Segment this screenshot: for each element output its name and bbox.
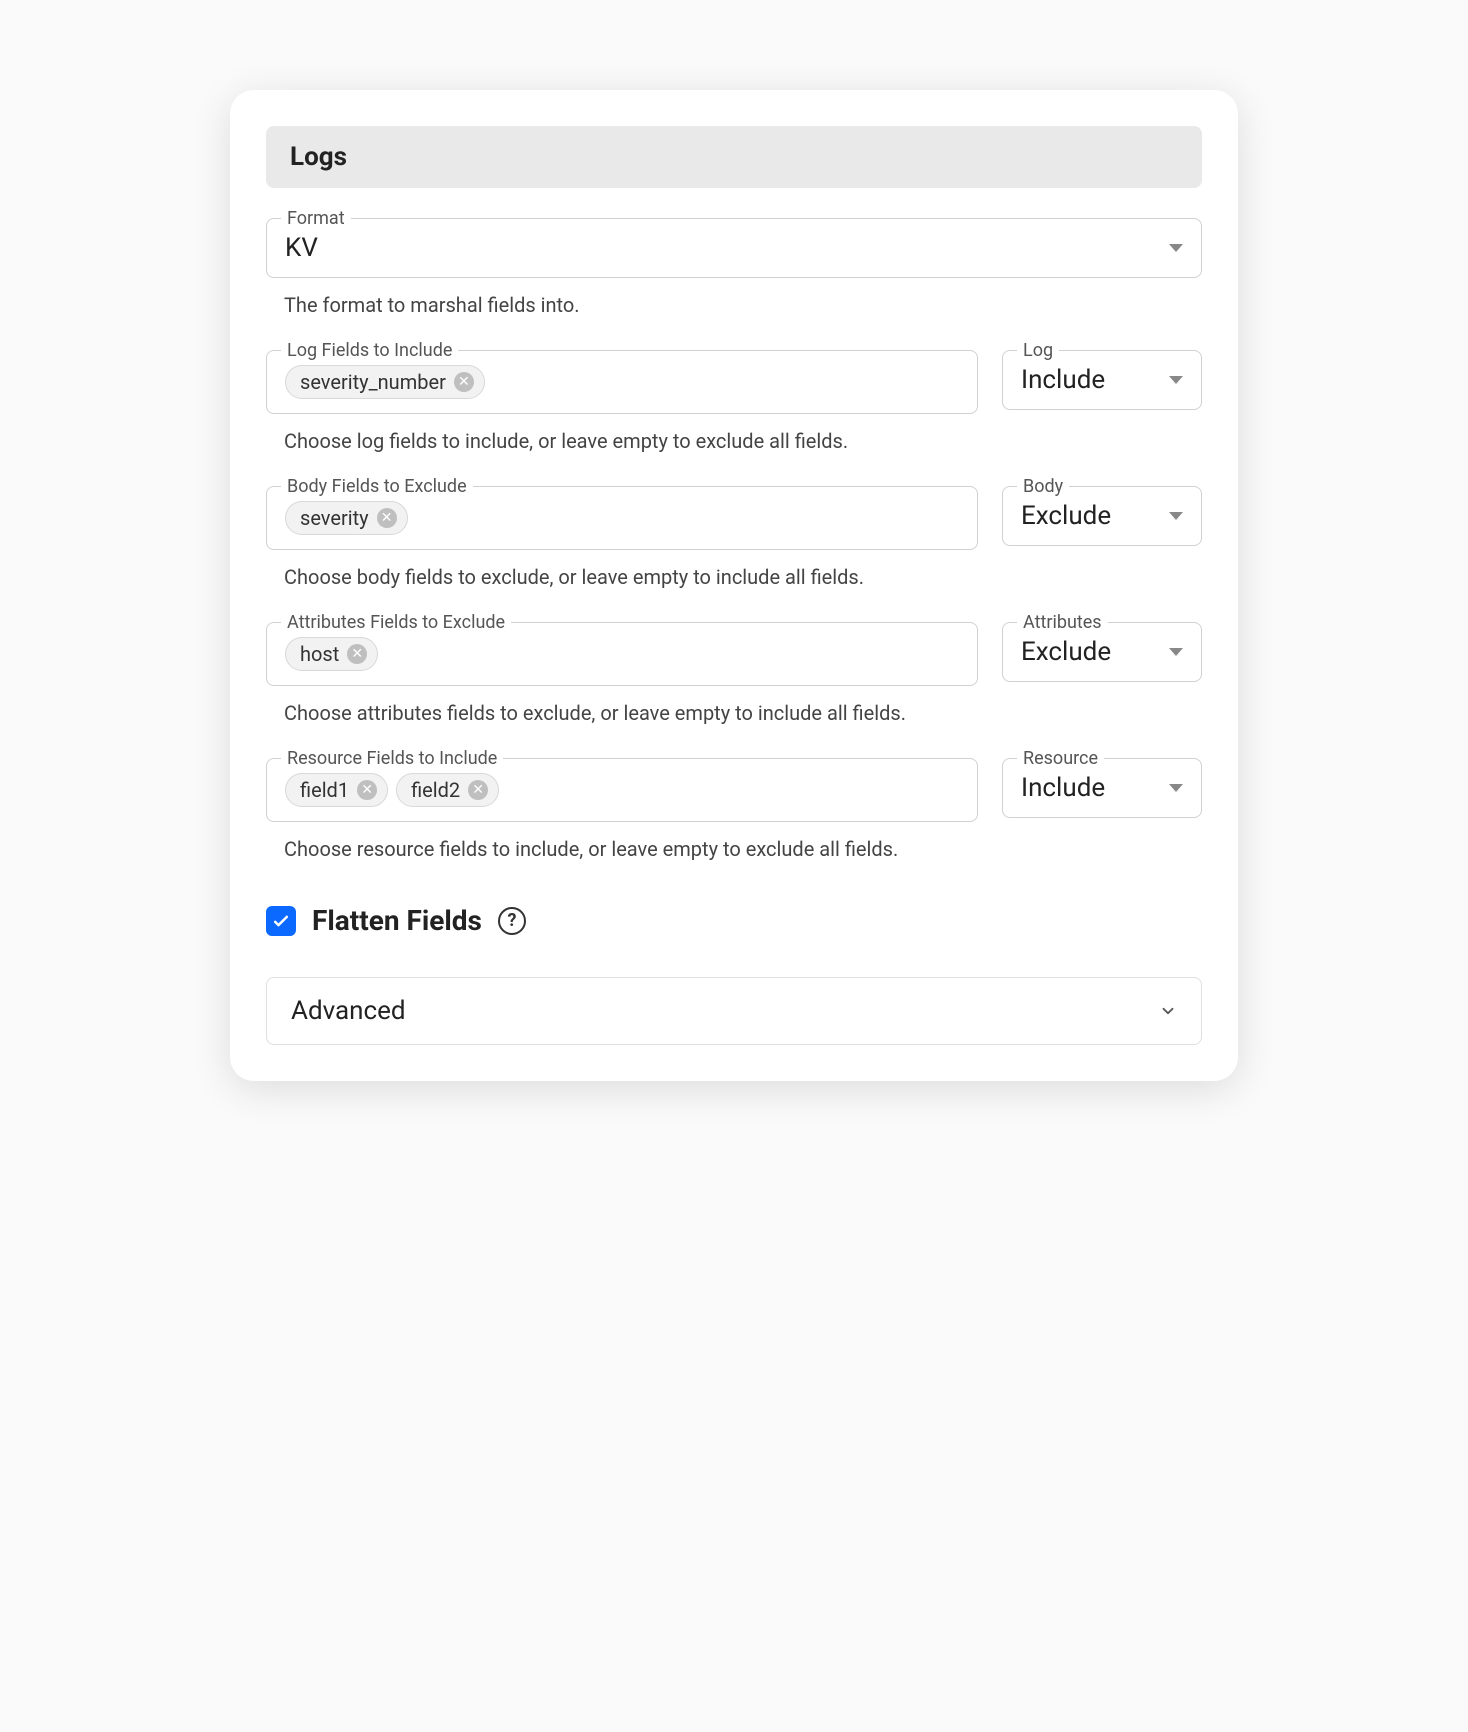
caret-down-icon (1169, 648, 1183, 656)
attributes-fields-helper: Choose attributes fields to exclude, or … (284, 698, 964, 728)
attributes-fields-chips: host ✕ (285, 637, 959, 671)
format-value: KV (285, 233, 318, 263)
chip: severity_number ✕ (285, 365, 485, 399)
caret-down-icon (1169, 784, 1183, 792)
log-mode-value: Include (1021, 365, 1105, 395)
check-icon (271, 911, 291, 931)
resource-fields-chips: field1 ✕ field2 ✕ (285, 773, 959, 807)
section-title: Logs (290, 142, 347, 172)
resource-fields-label: Resource Fields to Include (281, 748, 503, 769)
flatten-fields-label: Flatten Fields (312, 904, 482, 937)
advanced-accordion[interactable]: Advanced (266, 977, 1202, 1045)
format-label: Format (281, 208, 351, 229)
resource-fields-input[interactable]: Resource Fields to Include field1✕field2… (266, 758, 978, 822)
log-fields-input[interactable]: Log Fields to Include severity_number✕ (266, 350, 978, 414)
chip-label: field1 (300, 778, 349, 802)
chip-label: host (300, 642, 339, 666)
chip-remove-icon[interactable]: ✕ (347, 644, 367, 664)
body-fields-input[interactable]: Body Fields to Exclude severity✕ (266, 486, 978, 550)
attributes-fields-input[interactable]: Attributes Fields to Exclude host✕ (266, 622, 978, 686)
help-icon[interactable]: ? (498, 907, 526, 935)
section-header-logs: Logs (266, 126, 1202, 188)
attributes-fields-label: Attributes Fields to Exclude (281, 612, 511, 633)
chip: severity ✕ (285, 501, 408, 535)
log-fields-label: Log Fields to Include (281, 340, 458, 361)
attributes-mode-label: Attributes (1017, 612, 1108, 633)
resource-mode-label: Resource (1017, 748, 1104, 769)
chip: field1 ✕ (285, 773, 388, 807)
body-mode-select[interactable]: Body Exclude (1002, 486, 1202, 546)
chip: host ✕ (285, 637, 378, 671)
chip-label: severity (300, 506, 369, 530)
chip-label: field2 (411, 778, 460, 802)
advanced-label: Advanced (291, 996, 406, 1026)
format-select[interactable]: Format KV (266, 218, 1202, 278)
resource-mode-select[interactable]: Resource Include (1002, 758, 1202, 818)
log-mode-select[interactable]: Log Include (1002, 350, 1202, 410)
body-fields-helper: Choose body fields to exclude, or leave … (284, 562, 964, 592)
chip-remove-icon[interactable]: ✕ (377, 508, 397, 528)
flatten-fields-checkbox[interactable] (266, 906, 296, 936)
attributes-mode-select[interactable]: Attributes Exclude (1002, 622, 1202, 682)
caret-down-icon (1169, 512, 1183, 520)
resource-fields-helper: Choose resource fields to include, or le… (284, 834, 964, 864)
logs-config-card: Logs Format KV The format to marshal fie… (230, 90, 1238, 1081)
flatten-fields-row: Flatten Fields ? (266, 904, 1202, 937)
chip-label: severity_number (300, 370, 446, 394)
body-mode-label: Body (1017, 476, 1069, 497)
chip-remove-icon[interactable]: ✕ (357, 780, 377, 800)
log-fields-chips: severity_number ✕ (285, 365, 959, 399)
resource-mode-value: Include (1021, 773, 1105, 803)
body-fields-label: Body Fields to Exclude (281, 476, 473, 497)
log-mode-label: Log (1017, 340, 1059, 361)
caret-down-icon (1169, 376, 1183, 384)
format-helper: The format to marshal fields into. (284, 290, 964, 320)
body-mode-value: Exclude (1021, 501, 1111, 531)
chevron-down-icon (1159, 1002, 1177, 1020)
body-fields-chips: severity ✕ (285, 501, 959, 535)
attributes-mode-value: Exclude (1021, 637, 1111, 667)
log-fields-helper: Choose log fields to include, or leave e… (284, 426, 964, 456)
chip-remove-icon[interactable]: ✕ (468, 780, 488, 800)
caret-down-icon (1169, 244, 1183, 252)
chip-remove-icon[interactable]: ✕ (454, 372, 474, 392)
chip: field2 ✕ (396, 773, 499, 807)
